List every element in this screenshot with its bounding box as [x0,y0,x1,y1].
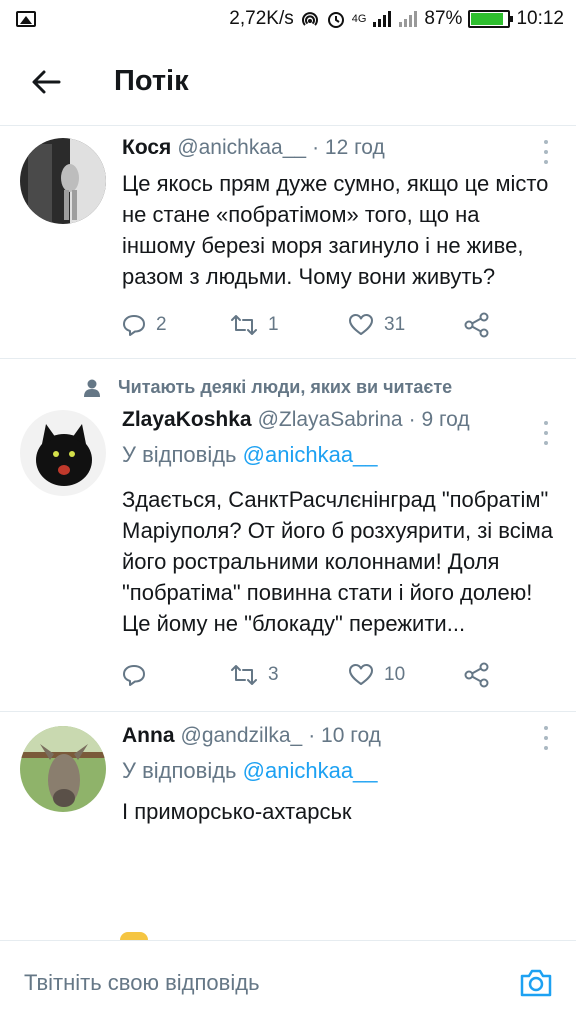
tweet-text: Здається, СанктРасчлєнінград "побратім" … [122,487,553,636]
more-options-button[interactable] [542,421,550,445]
tweet[interactable]: Кося @anichkaa__ · 12 год Це якось прям … [0,126,576,359]
avatar[interactable] [20,410,106,496]
reply-context: У відповідь @anichkaa__ [122,758,556,784]
arrow-left-icon [32,70,61,93]
tweet-text: І приморсько-ахтарськ [122,799,352,824]
author-handle[interactable]: @anichkaa__ [177,136,306,160]
reply-icon [123,315,145,336]
retweet-count: 3 [268,664,279,685]
hotspot-icon [300,9,320,29]
avatar[interactable] [20,138,106,224]
status-bar: 2,72K/s 4G 87% 10:12 [0,0,576,38]
reply-count: 2 [156,314,167,335]
retweet-count: 1 [268,314,279,335]
more-options-button[interactable] [542,140,550,164]
heart-icon [349,664,373,685]
image-notification-icon [16,11,36,27]
reply-prefix: У відповідь [122,442,237,467]
reply-input[interactable] [24,969,516,996]
tweet-time: · 12 год [312,136,385,159]
like-count: 10 [384,664,406,685]
camera-button[interactable] [516,963,556,1003]
retweet-icon [231,665,257,685]
reply-icon [123,665,145,686]
like-button[interactable]: 31 [348,313,464,337]
page-title: Потік [114,65,189,97]
camera-icon [520,969,552,996]
like-button[interactable]: 10 [348,663,464,687]
tweet-time: · 10 год [308,724,381,747]
battery-fill [471,13,503,25]
tweet[interactable]: Anna @gandzilka_ · 10 год У відповідь @a… [0,712,576,827]
reply-prefix: У відповідь [122,758,237,783]
more-options-button[interactable] [542,726,550,750]
heart-icon [349,314,373,335]
signal-2-icon [398,10,418,28]
social-context: Читають деякі люди, яких ви читаєте [0,359,576,398]
network-type: 4G [351,13,367,25]
share-icon [464,662,489,688]
top-app-bar: Потік [0,38,576,126]
retweet-icon [231,315,257,335]
author-name[interactable]: Кося [122,136,171,160]
reply-handle-link[interactable]: @anichkaa__ [243,758,378,783]
tweet-text: Це якось прям дуже сумно, якщо це місто … [122,171,549,289]
author-name[interactable]: Anna [122,724,175,748]
battery-icon [468,10,514,28]
emoji-peek [120,932,148,940]
author-handle[interactable]: @gandzilka_ [181,724,303,748]
signal-icon [372,10,392,28]
reply-button[interactable]: 2 [122,314,230,336]
person-icon [84,379,100,397]
clock: 10:12 [516,8,564,29]
tweet-actions: 3 10 [122,639,556,711]
author-name[interactable]: ZlayaKoshka [122,408,252,432]
network-speed: 2,72K/s [229,8,294,29]
retweet-button[interactable]: 3 [230,664,348,686]
share-button[interactable] [464,312,490,338]
battery-percent: 87% [424,8,463,29]
back-button[interactable] [26,62,66,102]
social-context-text: Читають деякі люди, яких ви читаєте [118,377,453,397]
tweet[interactable]: Читають деякі люди, яких ви читаєте Zlay… [0,359,576,712]
reply-compose-bar [0,940,576,1024]
reply-context: У відповідь @anichkaa__ [122,442,556,468]
reply-handle-link[interactable]: @anichkaa__ [243,442,378,467]
tweet-actions: 2 1 31 [122,292,556,358]
alarm-icon [326,9,346,29]
like-count: 31 [384,314,406,335]
share-button[interactable] [464,662,490,688]
tweet-time: · 9 год [408,408,470,431]
author-handle[interactable]: @ZlayaSabrina [258,408,403,432]
retweet-button[interactable]: 1 [230,314,348,336]
share-icon [464,312,489,338]
avatar[interactable] [20,726,106,812]
reply-button[interactable] [122,664,230,686]
